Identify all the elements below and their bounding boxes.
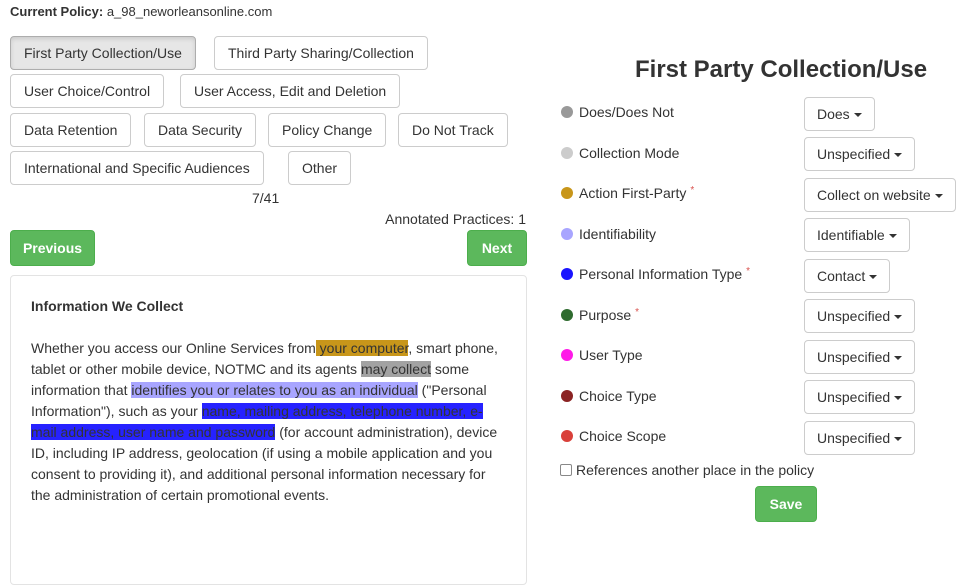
- dropdown-value: Unspecified: [817, 308, 891, 324]
- action-first-party-dropdown[interactable]: Collect on website: [804, 178, 956, 212]
- attribute-label: Identifiability: [579, 226, 657, 242]
- highlight-identifiability[interactable]: identifies you or relates to you as an i…: [131, 382, 418, 398]
- purpose-dropdown[interactable]: Unspecified: [804, 299, 916, 333]
- color-dot-icon: [561, 349, 573, 361]
- caret-down-icon: [894, 396, 903, 400]
- annotated-practices-count: Annotated Practices: 1: [385, 211, 526, 227]
- previous-button[interactable]: Previous: [10, 230, 95, 266]
- dropdown-value: Unspecified: [817, 430, 891, 446]
- attribute-label: User Type: [579, 347, 643, 363]
- choice-scope-dropdown[interactable]: Unspecified: [804, 421, 916, 455]
- attribute-label: Choice Scope: [579, 428, 667, 444]
- category-international-button[interactable]: International and Specific Audiences: [10, 151, 264, 185]
- attribute-row: User Type: [561, 345, 643, 365]
- dropdown-value: Unspecified: [817, 349, 891, 365]
- color-dot-icon: [561, 430, 573, 442]
- attribute-row: Action First-Party *: [561, 183, 694, 203]
- attribute-row: Identifiability: [561, 224, 656, 244]
- attribute-label: Personal Information Type: [579, 266, 743, 282]
- caret-down-icon: [888, 234, 897, 238]
- attribute-row: Purpose *: [561, 305, 639, 325]
- attribute-row: Personal Information Type *: [561, 264, 750, 284]
- segment-heading: Information We Collect: [31, 298, 184, 314]
- category-data-retention-button[interactable]: Data Retention: [10, 113, 132, 147]
- category-user-choice-button[interactable]: User Choice/Control: [10, 74, 165, 108]
- attribute-row: Does/Does Not: [561, 102, 674, 122]
- required-marker: *: [635, 306, 640, 318]
- choice-type-dropdown[interactable]: Unspecified: [804, 380, 916, 414]
- collection-mode-dropdown[interactable]: Unspecified: [804, 137, 916, 171]
- category-policy-change-button[interactable]: Policy Change: [268, 113, 387, 147]
- dropdown-value: Collect on website: [817, 187, 931, 203]
- reference-checkbox[interactable]: [560, 464, 572, 476]
- color-dot-icon: [561, 147, 573, 159]
- category-do-not-track-button[interactable]: Do Not Track: [398, 113, 508, 147]
- dropdown-value: Unspecified: [817, 146, 891, 162]
- dropdown-value: Unspecified: [817, 389, 891, 405]
- segment-text[interactable]: Whether you access our Online Services f…: [31, 338, 506, 506]
- caret-down-icon: [894, 356, 903, 360]
- attribute-label: Does/Does Not: [579, 104, 674, 120]
- highlight-action-first-party[interactable]: your computer: [315, 340, 409, 356]
- caret-down-icon: [869, 275, 878, 279]
- attribute-row: Choice Scope: [561, 426, 666, 446]
- dropdown-value: Contact: [817, 268, 866, 284]
- category-other-button[interactable]: Other: [288, 151, 352, 185]
- dropdown-value: Identifiable: [817, 227, 885, 243]
- attribute-label: Choice Type: [579, 388, 657, 404]
- required-marker: *: [690, 184, 695, 196]
- user-type-dropdown[interactable]: Unspecified: [804, 340, 916, 374]
- attribute-row: Collection Mode: [561, 143, 679, 163]
- color-dot-icon: [561, 268, 573, 280]
- text-span: Whether you access our Online Services f…: [31, 340, 316, 356]
- current-policy-label: Current Policy:: [10, 4, 104, 19]
- caret-down-icon: [934, 194, 943, 198]
- reference-checkbox-row[interactable]: References another place in the policy: [560, 462, 814, 478]
- color-dot-icon: [561, 187, 573, 199]
- current-policy-value: a_98_neworleansonline.com: [106, 4, 273, 19]
- category-first-party-collection-button[interactable]: First Party Collection/Use: [10, 36, 196, 70]
- attribute-label: Action First-Party: [579, 185, 687, 201]
- category-third-party-sharing-button[interactable]: Third Party Sharing/Collection: [214, 36, 428, 70]
- required-marker: *: [746, 265, 751, 277]
- form-title: First Party Collection/Use: [635, 56, 928, 83]
- segment-counter: 7/41: [252, 190, 280, 206]
- color-dot-icon: [561, 228, 573, 240]
- does-does-not-dropdown[interactable]: Does: [804, 97, 875, 131]
- caret-down-icon: [894, 153, 903, 157]
- category-user-access-button[interactable]: User Access, Edit and Deletion: [180, 74, 401, 108]
- attribute-label: Purpose: [579, 307, 632, 323]
- dropdown-value: Does: [817, 106, 850, 122]
- next-button[interactable]: Next: [467, 230, 527, 266]
- caret-down-icon: [853, 113, 862, 117]
- save-button[interactable]: Save: [755, 486, 817, 522]
- color-dot-icon: [561, 106, 573, 118]
- identifiability-dropdown[interactable]: Identifiable: [804, 218, 910, 252]
- current-policy: Current Policy: a_98_neworleansonline.co…: [10, 4, 272, 19]
- policy-text-panel: Information We Collect Whether you acces…: [10, 275, 527, 585]
- color-dot-icon: [561, 309, 573, 321]
- attribute-row: Choice Type: [561, 386, 657, 406]
- highlight-does-does-not[interactable]: may collect: [360, 361, 431, 377]
- category-data-security-button[interactable]: Data Security: [144, 113, 257, 147]
- reference-checkbox-label: References another place in the policy: [576, 462, 815, 478]
- caret-down-icon: [894, 315, 903, 319]
- attribute-label: Collection Mode: [579, 145, 680, 161]
- caret-down-icon: [894, 437, 903, 441]
- color-dot-icon: [561, 390, 573, 402]
- personal-information-type-dropdown[interactable]: Contact: [804, 259, 891, 293]
